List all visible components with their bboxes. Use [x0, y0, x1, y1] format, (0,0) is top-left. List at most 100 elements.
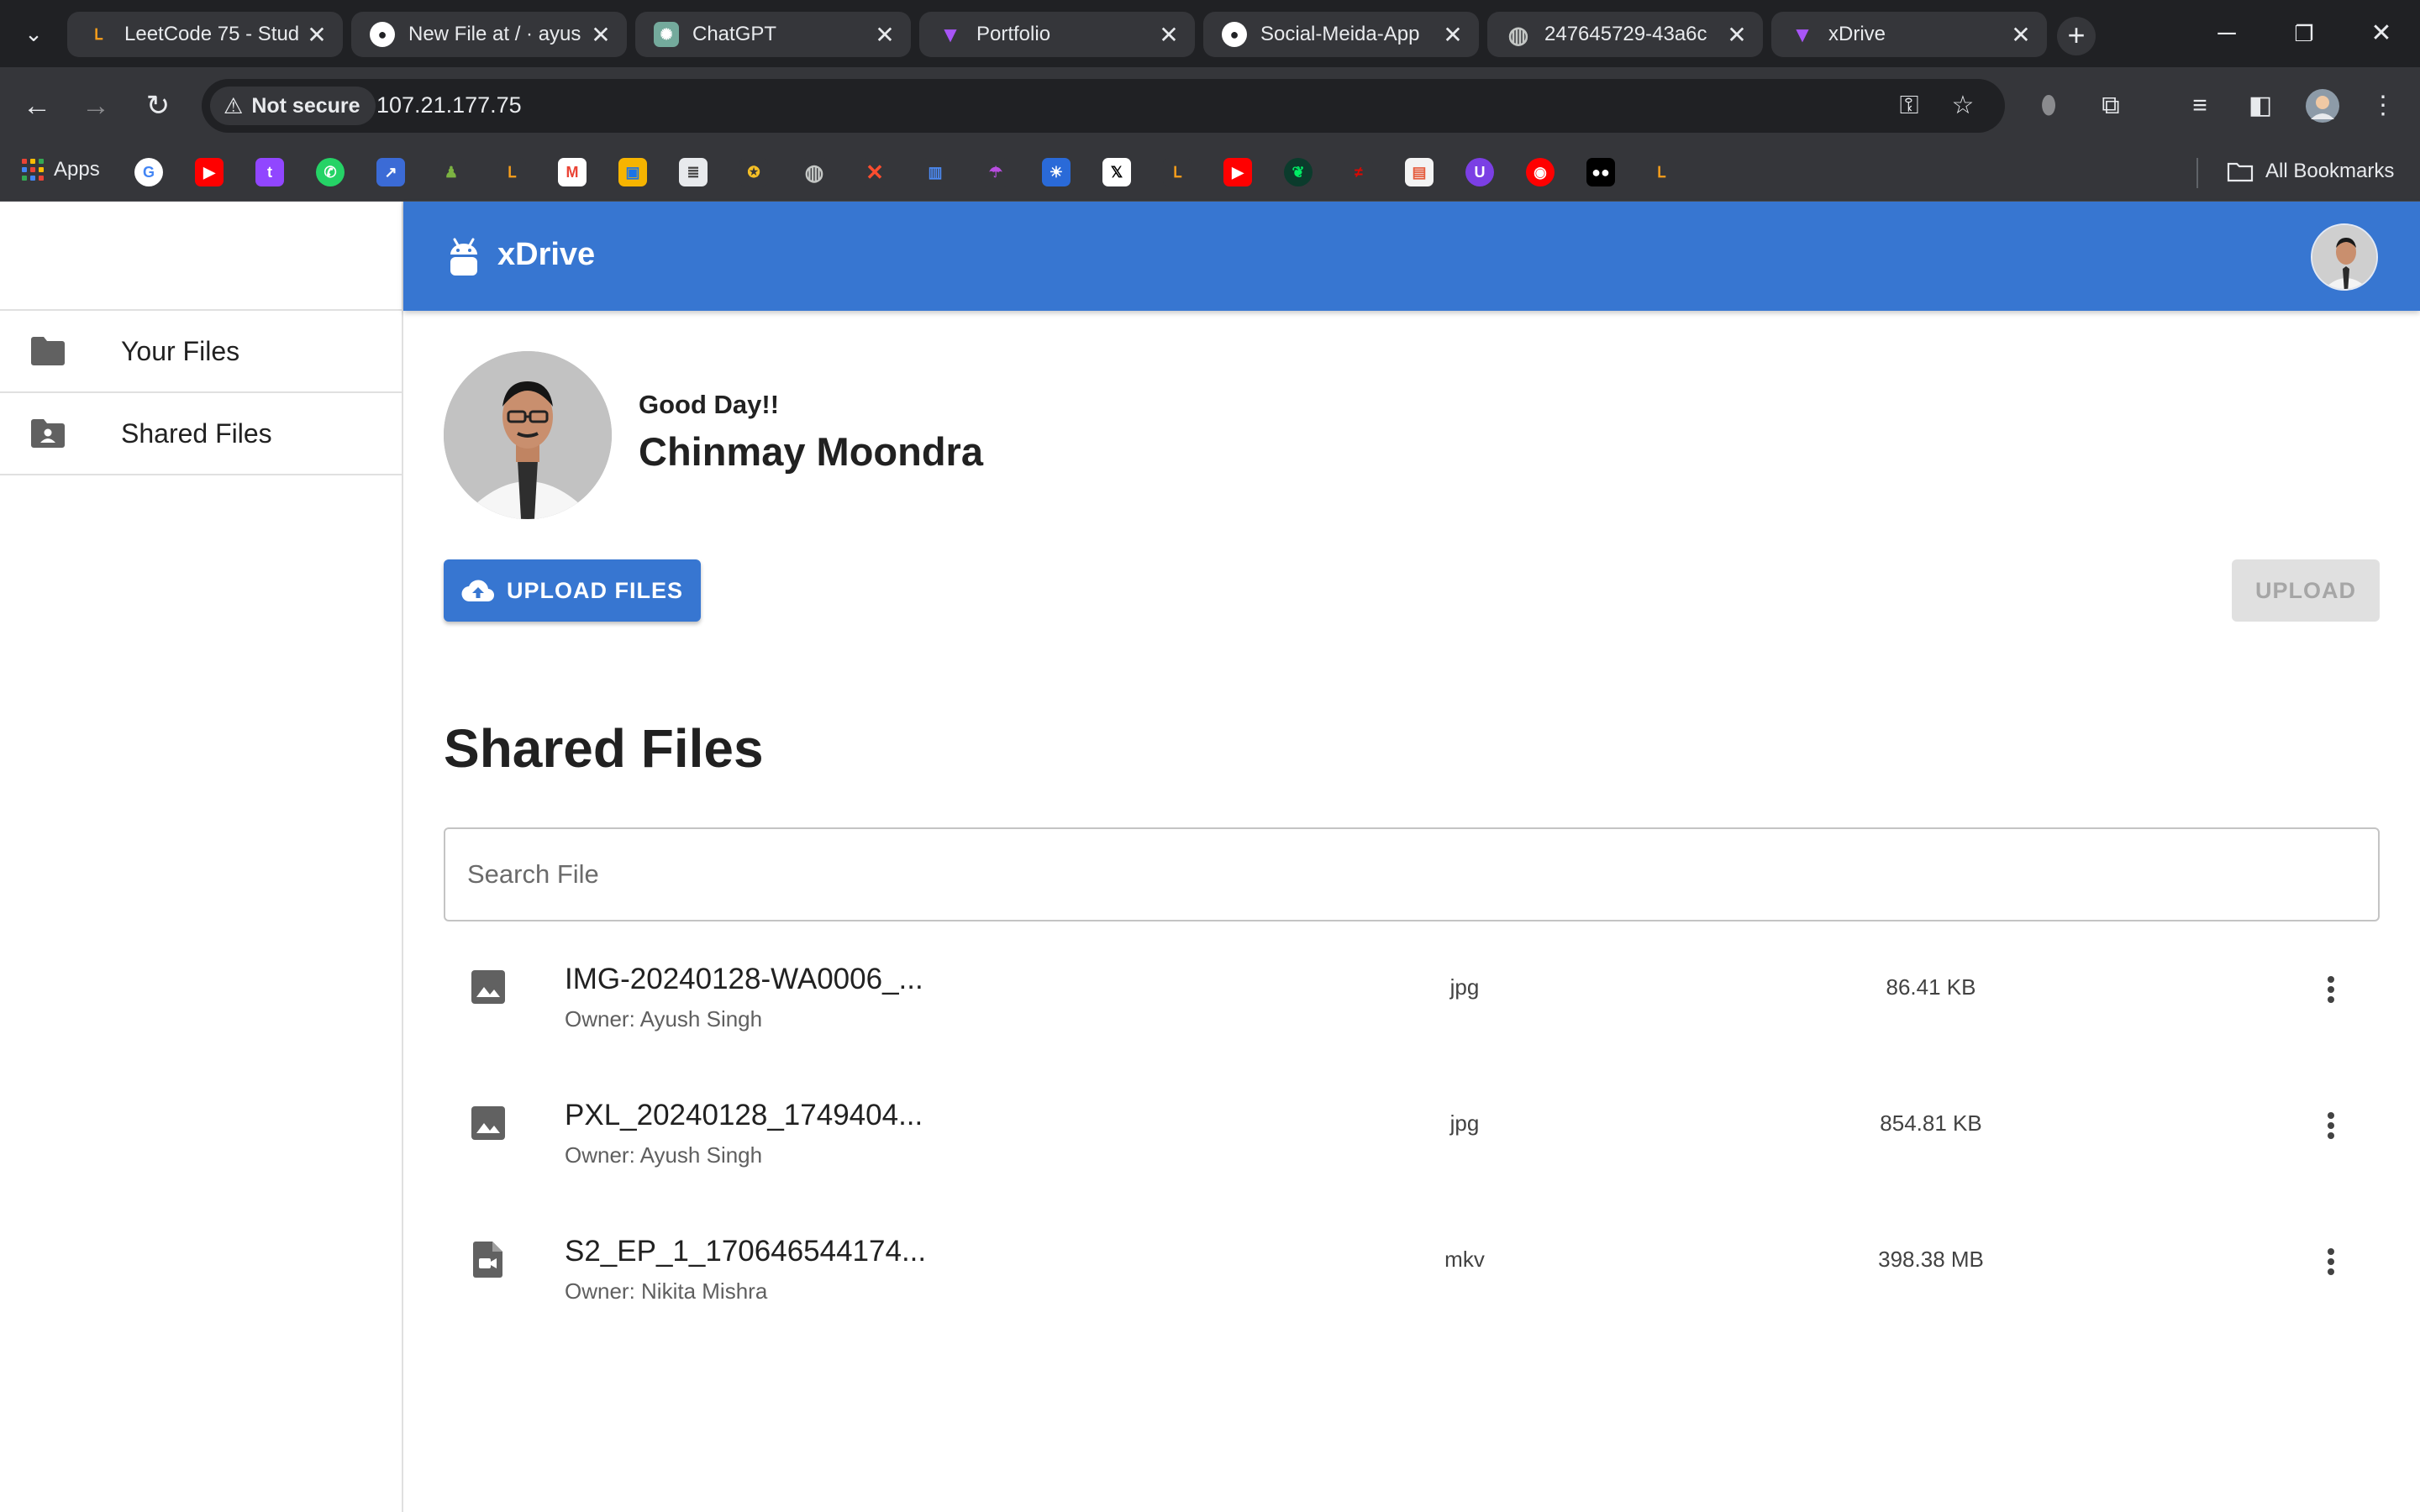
globe-icon: ◍ [1507, 21, 1529, 48]
globe-bookmark-icon[interactable]: ◍ [800, 158, 829, 186]
person-bookmark-icon[interactable]: ♟ [437, 158, 466, 186]
extension-mouse-icon[interactable]: ⬮ [2028, 86, 2069, 126]
twitch-bookmark-icon[interactable]: t [255, 158, 284, 186]
minimize-window-icon[interactable]: ─ [2202, 15, 2252, 52]
close-window-icon[interactable]: ✕ [2356, 15, 2407, 52]
more-vert-icon[interactable] [2307, 1238, 2354, 1285]
restore-window-icon[interactable]: ❐ [2279, 15, 2329, 52]
forward-icon[interactable]: → [76, 86, 116, 126]
medium-bookmark-icon[interactable]: ●● [1586, 158, 1615, 186]
browser-tab-active[interactable]: ▼ xDrive ✕ [1771, 12, 2047, 57]
leetcode-bookmark-icon[interactable]: ᒪ [1163, 158, 1192, 186]
notes-bookmark-icon[interactable]: ≣ [679, 158, 708, 186]
photos-bookmark-icon[interactable]: ▣ [618, 158, 647, 186]
search-input[interactable] [445, 829, 2378, 920]
tab-title: 247645729-43a6c [1544, 23, 1707, 45]
x-red-bookmark-icon[interactable]: ✕ [860, 158, 889, 186]
youtube-bookmark-icon[interactable]: ▶ [1223, 158, 1252, 186]
youtube-bookmark-icon[interactable]: ▶ [195, 158, 224, 186]
gmail-bookmark-icon[interactable]: M [558, 158, 587, 186]
browser-tab[interactable]: ✺ ChatGPT ✕ [635, 12, 911, 57]
file-name[interactable]: PXL_20240128_1749404... [565, 1099, 923, 1132]
leetcode-bookmark-icon[interactable]: ᒪ [1647, 158, 1676, 186]
close-tab-icon[interactable]: ✕ [1724, 21, 1749, 49]
file-row[interactable]: S2_EP_1_170646544174... Owner: Nikita Mi… [444, 1196, 2380, 1332]
cloud-upload-icon [461, 580, 494, 602]
browser-menu-icon[interactable]: ⋮ [2363, 86, 2403, 126]
security-chip[interactable]: ⚠ Not secure [210, 87, 376, 125]
whatsapp-bookmark-icon[interactable]: ✆ [316, 158, 345, 186]
umbrella-bookmark-icon[interactable]: ☂ [981, 158, 1010, 186]
box-bookmark-icon[interactable]: ▤ [1405, 158, 1434, 186]
extensions-puzzle-icon[interactable]: ⧉ [2091, 86, 2131, 126]
vite-icon: ▼ [1791, 21, 1813, 47]
file-row[interactable]: IMG-20240128-WA0006_... Owner: Ayush Sin… [444, 924, 2380, 1060]
reload-icon[interactable]: ↻ [138, 86, 178, 126]
app-brand: xDrive [497, 237, 596, 272]
x-twitter-bookmark-icon[interactable]: 𝕏 [1102, 158, 1131, 186]
browser-tab[interactable]: ◍ 247645729-43a6c ✕ [1487, 12, 1763, 57]
search-field[interactable] [444, 827, 2380, 921]
browser-tab[interactable]: ᒪ LeetCode 75 - Stud ✕ [67, 12, 343, 57]
url-text[interactable]: 107.21.177.75 [376, 92, 522, 118]
file-type: mkv [1444, 1247, 1485, 1272]
back-icon[interactable]: ← [17, 86, 57, 126]
image-icon [471, 1106, 505, 1140]
media-controls-icon[interactable]: ≡ [2180, 86, 2220, 126]
close-tab-icon[interactable]: ✕ [588, 21, 613, 49]
close-tab-icon[interactable]: ✕ [2008, 21, 2033, 49]
bookmark-apps[interactable]: Apps [22, 158, 100, 181]
sidebar-item-your-files[interactable]: Your Files [0, 311, 402, 393]
emblem-bookmark-icon[interactable]: ✪ [739, 158, 768, 186]
all-bookmarks[interactable]: All Bookmarks [2227, 160, 2394, 183]
address-bar[interactable]: ⚠ Not secure 107.21.177.75 ⚿ ☆ [202, 79, 2005, 133]
sunrise-bookmark-icon[interactable]: ☀ [1042, 158, 1071, 186]
password-key-icon[interactable]: ⚿ [1892, 89, 1926, 123]
f1-bookmark-icon[interactable]: ≠ [1344, 158, 1373, 186]
leetcode-icon: ᒪ [93, 25, 103, 43]
browser-tab[interactable]: ▼ Portfolio ✕ [919, 12, 1195, 57]
browser-tab[interactable]: ● New File at / · ayus ✕ [351, 12, 627, 57]
upload-files-button[interactable]: UPLOAD FILES [444, 559, 701, 622]
leetcode-bookmark-icon[interactable]: ᒪ [497, 158, 526, 186]
chart-bookmark-icon[interactable]: ↗ [376, 158, 405, 186]
user-name: Chinmay Moondra [639, 429, 983, 474]
file-row[interactable]: PXL_20240128_1749404... Owner: Ayush Sin… [444, 1060, 2380, 1196]
tab-title: xDrive [1828, 23, 1886, 45]
close-tab-icon[interactable]: ✕ [1156, 21, 1181, 49]
sidebar-item-shared-files[interactable]: Shared Files [0, 393, 402, 475]
profile-photo [444, 351, 612, 519]
header-avatar[interactable] [2311, 223, 2378, 291]
bars-bookmark-icon[interactable]: ▥ [921, 158, 950, 186]
bookmark-star-icon[interactable]: ☆ [1946, 89, 1980, 123]
mongodb-bookmark-icon[interactable]: ❦ [1284, 158, 1313, 186]
close-tab-icon[interactable]: ✕ [1440, 21, 1465, 49]
profile-avatar-icon[interactable] [2302, 86, 2343, 126]
folder-icon [29, 336, 67, 366]
file-name[interactable]: S2_EP_1_170646544174... [565, 1235, 926, 1268]
google-bookmark-icon[interactable]: G [134, 158, 163, 186]
vite-icon: ▼ [939, 21, 961, 47]
more-vert-icon[interactable] [2307, 966, 2354, 1013]
github-icon: ● [370, 22, 395, 47]
upload-label: UPLOAD [2255, 577, 2356, 603]
file-size: 398.38 MB [1878, 1247, 1984, 1272]
browser-tab[interactable]: ● Social-Meida-App ✕ [1203, 12, 1479, 57]
upload-button[interactable]: UPLOAD [2232, 559, 2380, 622]
u-bookmark-icon[interactable]: U [1465, 158, 1494, 186]
close-tab-icon[interactable]: ✕ [304, 21, 329, 49]
tab-title: New File at / · ayus [408, 23, 581, 45]
youtube-music-bookmark-icon[interactable]: ◉ [1526, 158, 1555, 186]
close-tab-icon[interactable]: ✕ [872, 21, 897, 49]
file-size: 86.41 KB [1886, 974, 1976, 1000]
more-vert-icon[interactable] [2307, 1102, 2354, 1149]
image-icon [471, 970, 505, 1004]
new-tab-button[interactable]: + [2057, 17, 2096, 55]
tab-search-chevron-icon[interactable]: ⌄ [18, 18, 49, 49]
file-size: 854.81 KB [1880, 1110, 1982, 1136]
file-name[interactable]: IMG-20240128-WA0006_... [565, 963, 923, 996]
side-panel-icon[interactable]: ◧ [2240, 86, 2281, 126]
file-owner: Owner: Ayush Singh [565, 1006, 763, 1032]
file-type: jpg [1449, 974, 1480, 1000]
sidebar-item-label: Your Files [121, 335, 240, 366]
